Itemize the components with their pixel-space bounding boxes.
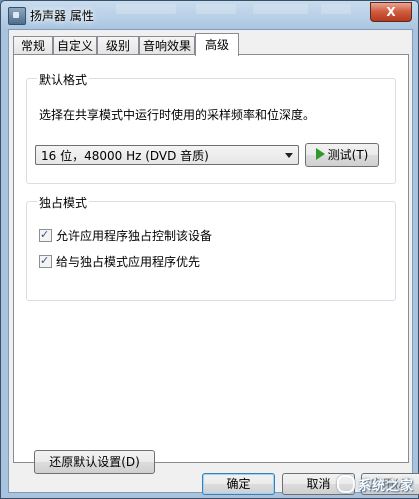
- background-blur: [253, 4, 308, 14]
- checkbox-checked-icon: [39, 253, 52, 269]
- background-blur: [321, 4, 351, 14]
- exclusive-mode-group: 独占模式 允许应用程序独占控制该设备 给与独占模式应用程序优先: [26, 194, 396, 301]
- default-format-group: 默认格式 选择在共享模式中运行时使用的采样频率和位深度。 16 位，48000 …: [26, 71, 396, 184]
- properties-window: 扬声器 属性 X 常规 自定义 级别 音响效果 高级 默认格式 选择在共享模式中…: [0, 0, 419, 499]
- tab-advanced[interactable]: 高级: [195, 33, 239, 56]
- speaker-icon: [8, 7, 26, 25]
- background-blur: [196, 4, 236, 14]
- allow-exclusive-checkbox[interactable]: 允许应用程序独占控制该设备: [39, 227, 213, 244]
- play-icon: [315, 148, 325, 160]
- title-bar[interactable]: 扬声器 属性 X: [1, 1, 418, 29]
- default-format-description: 选择在共享模式中运行时使用的采样频率和位深度。: [39, 108, 316, 122]
- exclusive-priority-label: 给与独占模式应用程序优先: [56, 255, 201, 269]
- test-button-label: 测试(T): [327, 148, 369, 162]
- exclusive-priority-checkbox[interactable]: 给与独占模式应用程序优先: [39, 253, 201, 270]
- sample-rate-select[interactable]: 16 位，48000 Hz (DVD 音质): [35, 145, 299, 165]
- close-icon: X: [386, 5, 396, 19]
- tab-levels[interactable]: 级别: [97, 36, 139, 55]
- window-title: 扬声器 属性: [30, 9, 94, 23]
- watermark-logo-icon: [336, 475, 355, 493]
- tab-enhancements[interactable]: 音响效果: [139, 36, 195, 55]
- restore-defaults-button[interactable]: 还原默认设置(D): [34, 450, 155, 474]
- watermark: 系统之家: [336, 475, 414, 494]
- tab-custom[interactable]: 自定义: [53, 36, 97, 55]
- background-blur: [116, 4, 176, 14]
- ok-button[interactable]: 确定: [202, 473, 275, 495]
- close-button[interactable]: X: [370, 2, 412, 22]
- sample-rate-value: 16 位，48000 Hz (DVD 音质): [41, 149, 209, 163]
- chevron-down-icon: [285, 153, 293, 158]
- test-button[interactable]: 测试(T): [305, 143, 379, 167]
- checkbox-checked-icon: [39, 227, 52, 243]
- default-format-title: 默认格式: [37, 71, 90, 88]
- allow-exclusive-label: 允许应用程序独占控制该设备: [56, 229, 213, 243]
- dialog-client: 常规 自定义 级别 音响效果 高级 默认格式 选择在共享模式中运行时使用的采样频…: [8, 29, 419, 495]
- exclusive-mode-title: 独占模式: [37, 194, 90, 211]
- advanced-panel: 默认格式 选择在共享模式中运行时使用的采样频率和位深度。 16 位，48000 …: [13, 54, 409, 474]
- watermark-text: 系统之家: [357, 479, 414, 494]
- tab-general[interactable]: 常规: [13, 36, 53, 55]
